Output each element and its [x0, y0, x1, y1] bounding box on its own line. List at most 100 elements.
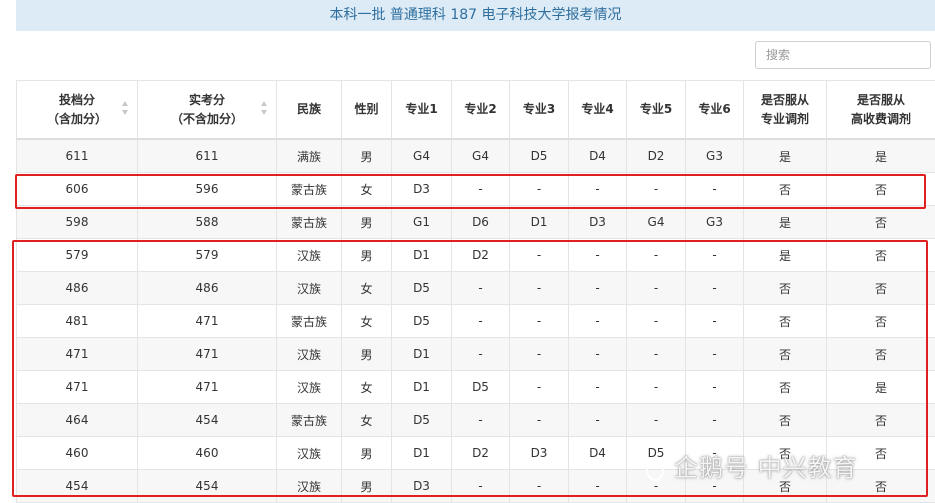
table-cell: G3: [686, 206, 744, 239]
table-cell: 611: [17, 139, 138, 173]
table-cell: 汉族: [277, 239, 342, 272]
table-cell: D2: [627, 139, 686, 173]
column-header-11: 是否服从专业调剂: [744, 81, 827, 140]
table-cell: D4: [569, 437, 627, 470]
data-table-container: 投档分（含加分）实考分（不含加分）民族性别专业1专业2专业3专业4专业5专业6是…: [16, 80, 935, 503]
table-cell: 588: [138, 206, 277, 239]
table-header-row: 投档分（含加分）实考分（不含加分）民族性别专业1专业2专业3专业4专业5专业6是…: [17, 81, 935, 140]
table-cell: 454: [138, 404, 277, 437]
table-cell: 606: [17, 173, 138, 206]
page-title: 本科一批 普通理科 187 电子科技大学报考情况: [16, 0, 935, 31]
table-cell: D1: [392, 371, 452, 404]
watermark: 企鹅号 中兴教育: [642, 448, 858, 483]
table-cell: -: [452, 470, 510, 503]
table-cell: D1: [392, 239, 452, 272]
table-cell: 460: [138, 437, 277, 470]
table-cell: D3: [569, 206, 627, 239]
table-cell: -: [627, 305, 686, 338]
column-header-2[interactable]: 实考分（不含加分）: [138, 81, 277, 140]
table-cell: 否: [744, 272, 827, 305]
table-cell: -: [686, 272, 744, 305]
column-header-4: 性别: [342, 81, 392, 140]
table-cell: 486: [138, 272, 277, 305]
table-cell: 471: [138, 371, 277, 404]
table-row[interactable]: 606596蒙古族女D3-----否否: [17, 173, 935, 206]
table-cell: D5: [392, 305, 452, 338]
table-cell: -: [569, 338, 627, 371]
table-cell: D5: [392, 272, 452, 305]
table-cell: 否: [744, 173, 827, 206]
table-cell: 汉族: [277, 338, 342, 371]
table-cell: G3: [686, 139, 744, 173]
column-header-label: 专业4: [569, 100, 626, 119]
table-cell: -: [686, 305, 744, 338]
table-cell: 否: [744, 404, 827, 437]
table-cell: 否: [827, 206, 935, 239]
table-cell: 蒙古族: [277, 173, 342, 206]
column-header-label: 专业3: [510, 100, 568, 119]
table-cell: 598: [17, 206, 138, 239]
table-cell: 蒙古族: [277, 404, 342, 437]
column-header-label: 性别: [342, 100, 391, 119]
table-cell: -: [452, 305, 510, 338]
column-header-sublabel: 高收费调剂: [827, 110, 935, 129]
table-cell: D4: [569, 139, 627, 173]
table-row[interactable]: 486486汉族女D5-----否否: [17, 272, 935, 305]
table-cell: 否: [744, 371, 827, 404]
table-cell: -: [452, 173, 510, 206]
table-row[interactable]: 471471汉族男D1-----否否: [17, 338, 935, 371]
table-cell: G4: [452, 139, 510, 173]
table-cell: 596: [138, 173, 277, 206]
column-header-3: 民族: [277, 81, 342, 140]
table-row[interactable]: 598588蒙古族男G1D6D1D3G4G3是否: [17, 206, 935, 239]
table-cell: -: [569, 404, 627, 437]
column-header-12: 是否服从高收费调剂: [827, 81, 935, 140]
table-cell: D1: [510, 206, 569, 239]
table-cell: 454: [138, 470, 277, 503]
table-cell: D3: [392, 173, 452, 206]
column-header-1[interactable]: 投档分（含加分）: [17, 81, 138, 140]
table-cell: 否: [744, 338, 827, 371]
table-cell: -: [569, 305, 627, 338]
table-cell: D3: [510, 437, 569, 470]
table-cell: 486: [17, 272, 138, 305]
column-header-label: 投档分: [17, 91, 137, 110]
table-cell: 454: [17, 470, 138, 503]
table-cell: 是: [744, 139, 827, 173]
table-cell: -: [510, 470, 569, 503]
table-row[interactable]: 611611满族男G4G4D5D4D2G3是是: [17, 139, 935, 173]
table-cell: 男: [342, 139, 392, 173]
table-cell: 男: [342, 206, 392, 239]
table-cell: G4: [627, 206, 686, 239]
column-header-label: 是否服从: [744, 91, 826, 110]
table-cell: D2: [452, 239, 510, 272]
table-cell: 女: [342, 272, 392, 305]
table-cell: 女: [342, 173, 392, 206]
column-header-9: 专业5: [627, 81, 686, 140]
search-input[interactable]: [755, 41, 931, 69]
table-cell: -: [627, 404, 686, 437]
table-cell: 471: [138, 305, 277, 338]
penguin-logo-icon: [642, 456, 668, 482]
table-cell: -: [452, 338, 510, 371]
table-cell: 否: [827, 404, 935, 437]
sort-icon[interactable]: [261, 101, 268, 117]
table-cell: -: [569, 371, 627, 404]
column-header-sublabel: （含加分）: [17, 110, 137, 129]
table-cell: -: [627, 173, 686, 206]
column-header-label: 是否服从: [827, 91, 935, 110]
table-row[interactable]: 481471蒙古族女D5-----否否: [17, 305, 935, 338]
table-row[interactable]: 464454蒙古族女D5-----否否: [17, 404, 935, 437]
table-cell: 汉族: [277, 470, 342, 503]
table-cell: 是: [827, 371, 935, 404]
table-cell: -: [627, 272, 686, 305]
table-cell: 是: [827, 139, 935, 173]
column-header-label: 专业5: [627, 100, 685, 119]
table-cell: 否: [744, 305, 827, 338]
column-header-label: 民族: [277, 100, 341, 119]
table-row[interactable]: 471471汉族女D1D5----否是: [17, 371, 935, 404]
sort-icon[interactable]: [122, 101, 129, 117]
table-cell: 否: [827, 173, 935, 206]
table-cell: 汉族: [277, 437, 342, 470]
table-row[interactable]: 579579汉族男D1D2----是否: [17, 239, 935, 272]
